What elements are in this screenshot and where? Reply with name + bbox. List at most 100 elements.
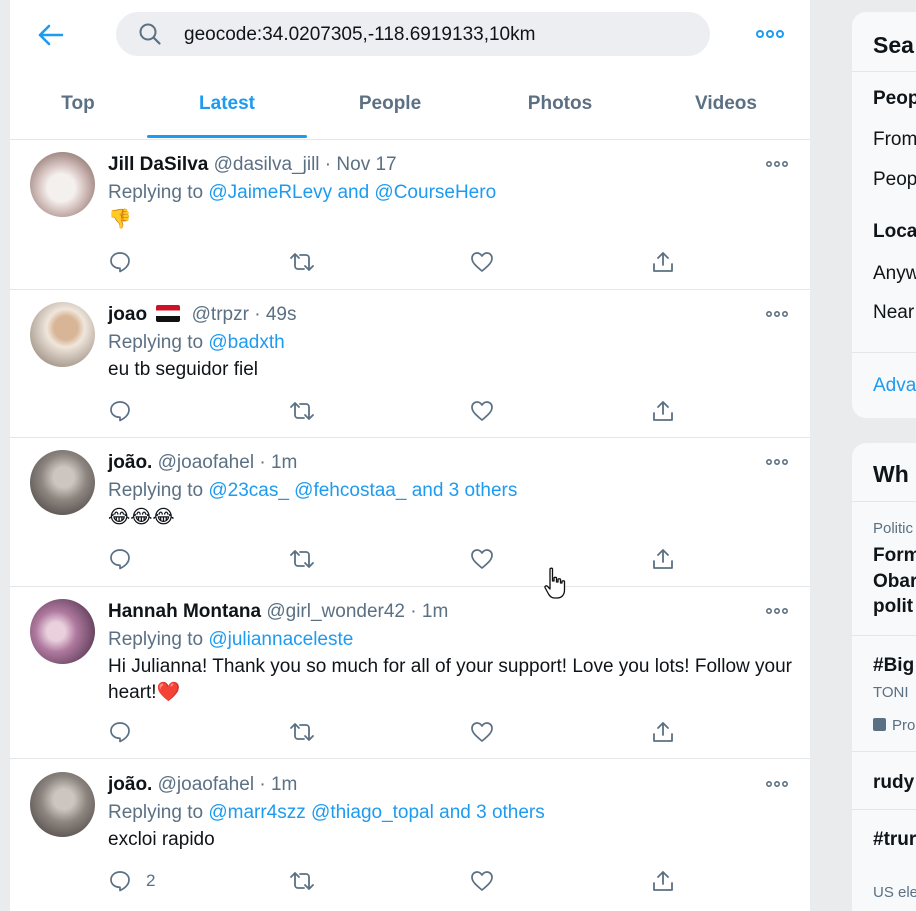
- reply-button[interactable]: [108, 247, 146, 277]
- from-anyone-option[interactable]: From: [873, 129, 916, 151]
- search-input[interactable]: [182, 21, 686, 49]
- tweet[interactable]: joão. @joaofahel · 1m Replying to @23cas…: [10, 438, 810, 587]
- tweet[interactable]: Hannah Montana @girl_wonder42 · 1m Reply…: [10, 587, 810, 759]
- avatar[interactable]: [30, 302, 95, 367]
- avatar[interactable]: [30, 599, 95, 664]
- replying-to: Replying to @juliannaceleste: [108, 627, 353, 653]
- author-name[interactable]: joão.: [108, 452, 152, 473]
- tweet-header: joao @trpzr · 49s: [108, 302, 296, 328]
- trend-topic[interactable]: rudy: [873, 772, 914, 794]
- author-handle[interactable]: @joaofahel: [158, 774, 254, 795]
- tweet-actions: [108, 544, 708, 574]
- share-button[interactable]: [651, 544, 675, 574]
- tweet-time[interactable]: 1m: [271, 774, 297, 795]
- reply-button[interactable]: 2: [108, 866, 155, 896]
- tweet-time[interactable]: 1m: [422, 601, 448, 622]
- share-icon: [653, 549, 673, 569]
- tweet-text: excloi rapido: [108, 829, 215, 850]
- near-you-option[interactable]: Near: [873, 302, 914, 324]
- tab-videos[interactable]: Videos: [670, 70, 782, 138]
- avatar[interactable]: [30, 152, 95, 217]
- author-handle[interactable]: @trpzr: [192, 304, 249, 325]
- mention-links[interactable]: @marr4szz @thiago_topal and 3 others: [208, 802, 544, 823]
- share-button[interactable]: [651, 247, 675, 277]
- retweet-button[interactable]: [288, 866, 316, 896]
- tab-photos[interactable]: Photos: [500, 70, 620, 138]
- share-button[interactable]: [651, 866, 675, 896]
- anywhere-option[interactable]: Anyw: [873, 263, 916, 285]
- tab-people[interactable]: People: [330, 70, 450, 138]
- tweet-time[interactable]: 49s: [266, 304, 297, 325]
- trend-hashtag[interactable]: #trur: [873, 829, 916, 851]
- author-name[interactable]: Hannah Montana: [108, 601, 261, 622]
- author-handle[interactable]: @joaofahel: [158, 452, 254, 473]
- avatar[interactable]: [30, 450, 95, 515]
- tweet-time[interactable]: Nov 17: [336, 154, 396, 175]
- author-name[interactable]: Jill DaSilva: [108, 154, 208, 175]
- reply-icon: [110, 401, 130, 422]
- trend-hashtag[interactable]: #Big: [873, 655, 914, 677]
- tweet-menu-button[interactable]: [762, 304, 792, 324]
- author-handle[interactable]: @girl_wonder42: [266, 601, 405, 622]
- author-name[interactable]: joão.: [108, 774, 152, 795]
- tab-top[interactable]: Top: [30, 70, 126, 138]
- reply-button[interactable]: [108, 396, 146, 426]
- retweet-icon: [290, 872, 314, 890]
- author-name[interactable]: joao: [108, 304, 147, 325]
- mention-links[interactable]: @JaimeRLevy and @CourseHero: [208, 182, 496, 203]
- like-button[interactable]: [470, 396, 494, 426]
- tweet-text: 👎: [108, 209, 132, 230]
- replying-to: Replying to @badxth: [108, 330, 285, 356]
- retweet-button[interactable]: [288, 396, 316, 426]
- like-button[interactable]: [470, 717, 494, 747]
- more-options-button[interactable]: [754, 20, 786, 48]
- like-button[interactable]: [470, 866, 494, 896]
- tweet[interactable]: joao @trpzr · 49s Replying to @badxth eu…: [10, 290, 810, 438]
- trend-headline-line[interactable]: Form: [873, 545, 916, 567]
- avatar[interactable]: [30, 772, 95, 837]
- tweet-menu-button[interactable]: [762, 154, 792, 174]
- reply-button[interactable]: [108, 717, 146, 747]
- search-box[interactable]: [116, 12, 710, 56]
- tab-latest[interactable]: Latest: [147, 70, 307, 138]
- tweet-menu-button[interactable]: [762, 774, 792, 794]
- tweet[interactable]: joão. @joaofahel · 1m Replying to @marr4…: [10, 760, 810, 911]
- like-button[interactable]: [470, 544, 494, 574]
- mention-links[interactable]: @juliannaceleste: [208, 629, 353, 650]
- more-dots-icon: [766, 311, 788, 317]
- share-button[interactable]: [651, 717, 675, 747]
- trend-headline-line[interactable]: polit: [873, 596, 913, 618]
- mention-links[interactable]: @badxth: [208, 332, 284, 353]
- author-handle[interactable]: @dasilva_jill: [214, 154, 320, 175]
- separator-dot: ·: [254, 304, 261, 325]
- replying-to: Replying to @23cas_ @fehcostaa_ and 3 ot…: [108, 478, 517, 504]
- tweet-actions: [108, 396, 708, 426]
- share-button[interactable]: [651, 396, 675, 426]
- search-filters-panel: Sea Peop From Peop Loca Anyw Near Adva: [852, 12, 916, 418]
- retweet-button[interactable]: [288, 247, 316, 277]
- people-you-follow-option[interactable]: Peop: [873, 169, 916, 191]
- retweet-button[interactable]: [288, 717, 316, 747]
- tweet-time[interactable]: 1m: [271, 452, 297, 473]
- heart-icon: [471, 401, 493, 421]
- more-dots-icon: [766, 161, 788, 167]
- reply-icon: [110, 549, 130, 570]
- retweet-button[interactable]: [288, 544, 316, 574]
- tweet[interactable]: Jill DaSilva @dasilva_jill · Nov 17 Repl…: [10, 140, 810, 290]
- replying-to-label: Replying to: [108, 480, 204, 501]
- divider: [852, 71, 916, 72]
- trend-headline-line[interactable]: Obar: [873, 571, 916, 593]
- advanced-search-link[interactable]: Adva: [873, 375, 916, 397]
- reply-button[interactable]: [108, 544, 146, 574]
- divider: [852, 501, 916, 502]
- like-button[interactable]: [470, 247, 494, 277]
- tweet-menu-button[interactable]: [762, 601, 792, 621]
- retweet-icon: [290, 550, 314, 568]
- divider: [852, 635, 916, 636]
- replying-to-label: Replying to: [108, 629, 204, 650]
- more-dots-icon: [756, 30, 784, 38]
- mention-links[interactable]: @23cas_ @fehcostaa_ and 3 others: [208, 480, 517, 501]
- arrow-left-icon: [38, 24, 64, 46]
- tweet-menu-button[interactable]: [762, 452, 792, 472]
- back-button[interactable]: [36, 20, 66, 50]
